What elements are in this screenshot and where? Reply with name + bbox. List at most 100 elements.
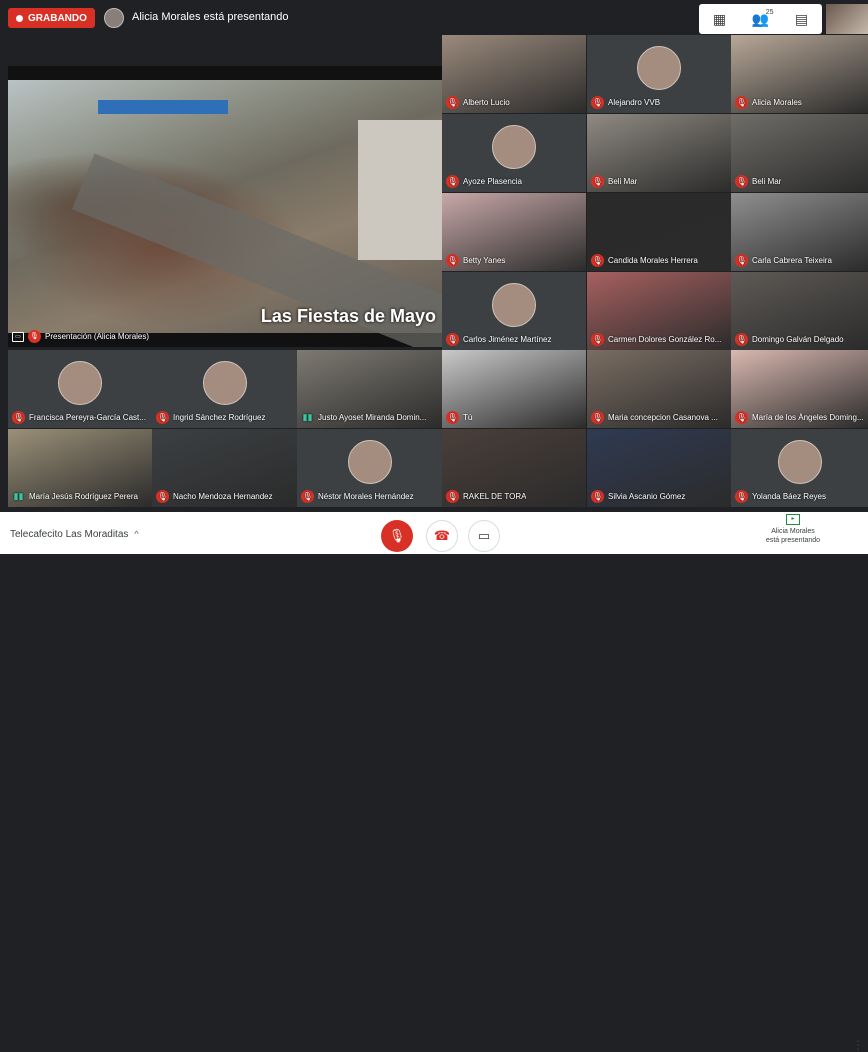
- mic-toggle-button[interactable]: 🎙: [381, 520, 413, 552]
- participant-name: Nacho Mendoza Hernandez: [173, 492, 273, 501]
- participant-tile[interactable]: ▮▮ Justo Ayoset Miranda Domin...: [297, 350, 442, 428]
- participant-name-row: 🎙 María de los Ángeles Doming...: [735, 411, 864, 424]
- presentation-title: Las Fiestas de Mayo: [260, 306, 436, 326]
- participant-tile[interactable]: 🎙 Francisca Pereyra-García Cast...: [8, 350, 152, 428]
- hang-up-button[interactable]: ☎: [426, 520, 458, 552]
- participant-name-row: 🎙 Silvia Ascanio Gómez: [591, 490, 685, 503]
- participant-tile[interactable]: 🎙 Carlos Jiménez Martínez: [442, 272, 586, 350]
- participant-tile[interactable]: 🎙 Maria concepcion Casanova ...: [587, 350, 731, 428]
- people-icon[interactable]: 👥 25: [746, 7, 776, 31]
- participant-name-row: 🎙 Néstor Morales Hernández: [301, 490, 414, 503]
- participant-name: Domingo Galván Delgado: [752, 335, 844, 344]
- participant-name: Justo Ayoset Miranda Domin...: [318, 413, 427, 422]
- participant-name: Beli Mar: [752, 177, 782, 186]
- camera-toggle-button[interactable]: ▭: [468, 520, 500, 552]
- mic-off-icon: 🎙: [28, 330, 41, 343]
- participant-tile[interactable]: 🎙 Ayoze Plasencia: [442, 114, 586, 192]
- participant-name-row: 🎙 Tú: [446, 411, 472, 424]
- avatar: [202, 360, 247, 405]
- avatar: [637, 45, 681, 90]
- audio-level-icon: ▮▮: [302, 412, 313, 422]
- mic-off-icon: 🎙: [12, 411, 25, 424]
- mic-off-icon: 🎙: [446, 254, 459, 267]
- participant-tile[interactable]: ▮▮ María Jesús Rodríguez Perera: [8, 429, 152, 507]
- avatar: [492, 124, 536, 169]
- meeting-stage: GRABANDO Alicia Morales está presentando…: [0, 0, 868, 512]
- participant-name: Carla Cabrera Teixeira: [752, 256, 832, 265]
- participant-tile[interactable]: 🎙 Alejandro VVB: [587, 35, 731, 113]
- self-view-thumbnail[interactable]: [826, 4, 868, 34]
- participant-tile[interactable]: 🎙 Candida Morales Herrera: [587, 193, 731, 271]
- participant-tile[interactable]: 🎙 Yolanda Báez Reyes: [731, 429, 868, 507]
- participant-name-row: ▮▮ María Jesús Rodríguez Perera: [12, 490, 138, 503]
- grid-icon[interactable]: ▦: [705, 7, 735, 31]
- mic-off-icon: 🎙: [735, 175, 748, 188]
- participant-name: Silvia Ascanio Gómez: [608, 492, 686, 501]
- participant-name: Maria concepcion Casanova ...: [608, 413, 718, 422]
- participant-name: Alejandro VVB: [608, 98, 661, 107]
- participant-tile[interactable]: 🎙 Alberto Lucio: [442, 35, 586, 113]
- presentation-caption-text: Presentación (Alicia Morales): [45, 332, 150, 341]
- participant-tile[interactable]: 🎙 María de los Ángeles Doming...: [731, 350, 868, 428]
- participant-tile[interactable]: 🎙 Nacho Mendoza Hernandez: [152, 429, 297, 507]
- participant-name: Tú: [463, 413, 473, 422]
- chat-icon[interactable]: ▤: [787, 7, 817, 31]
- participant-name: María Jesús Rodríguez Perera: [29, 492, 138, 501]
- avatar: [347, 439, 392, 484]
- participant-tile[interactable]: 🎙 Alicia Morales: [731, 35, 868, 113]
- meeting-details-toggle[interactable]: Telecafecito Las Moraditas ^: [10, 529, 139, 540]
- mic-off-icon: 🎙: [735, 96, 748, 109]
- participant-tile[interactable]: 🎙 Beli Mar: [587, 114, 731, 192]
- presentation-image: [8, 80, 442, 347]
- mic-off-icon: 🎙: [446, 96, 459, 109]
- presentation-tile[interactable]: Las Fiestas de Mayo ▭ 🎙 Presentación (Al…: [8, 66, 442, 347]
- recording-badge: GRABANDO: [8, 8, 95, 28]
- participant-tile[interactable]: 🎙 Ingrid Sánchez Rodríguez: [152, 350, 297, 428]
- participant-tile[interactable]: 🎙 Beli Mar: [731, 114, 868, 192]
- recording-label: GRABANDO: [28, 12, 87, 24]
- participant-tile[interactable]: 🎙 Néstor Morales Hernández: [297, 429, 442, 507]
- mic-off-icon: 🎙: [446, 411, 459, 424]
- participant-name-row: 🎙 Domingo Galván Delgado: [735, 333, 844, 346]
- participant-tile[interactable]: 🎙 Tú: [442, 350, 586, 428]
- participant-name-row: ▮▮ Justo Ayoset Miranda Domin...: [301, 411, 427, 424]
- participant-name: RAKEL DE TORA: [463, 492, 527, 501]
- mic-off-icon: 🎙: [735, 490, 748, 503]
- participant-name-row: 🎙 Alberto Lucio: [446, 96, 510, 109]
- participant-name: Beli Mar: [608, 177, 638, 186]
- participant-name-row: 🎙 Betty Yanes: [446, 254, 505, 267]
- mic-off-icon: 🎙: [446, 333, 459, 346]
- participant-name-row: 🎙 Ayoze Plasencia: [446, 175, 522, 188]
- participant-tile[interactable]: 🎙 Betty Yanes: [442, 193, 586, 271]
- participant-tile[interactable]: 🎙 Carmen Dolores González Ro...: [587, 272, 731, 350]
- mic-off-icon: 🎙: [446, 175, 459, 188]
- participant-name: María de los Ángeles Doming...: [752, 413, 864, 422]
- participant-name-row: 🎙 Carmen Dolores González Ro...: [591, 333, 721, 346]
- participant-name-row: 🎙 Nacho Mendoza Hernandez: [156, 490, 273, 503]
- participant-name: Néstor Morales Hernández: [318, 492, 414, 501]
- participant-tile[interactable]: 🎙 Carla Cabrera Teixeira: [731, 193, 868, 271]
- participant-name-row: 🎙 Yolanda Báez Reyes: [735, 490, 826, 503]
- presenter-status: Alicia Morales está presentando: [132, 11, 289, 23]
- participant-name-row: 🎙 Carlos Jiménez Martínez: [446, 333, 551, 346]
- participant-name: Ingrid Sánchez Rodríguez: [173, 413, 266, 422]
- recording-dot-icon: [16, 14, 23, 22]
- participant-tile[interactable]: 🎙 Domingo Galván Delgado: [731, 272, 868, 350]
- participant-name: Carlos Jiménez Martínez: [463, 335, 552, 344]
- participant-name: Candida Morales Herrera: [608, 256, 698, 265]
- participant-name-row: 🎙 Francisca Pereyra-García Cast...: [12, 411, 146, 424]
- mic-off-icon: 🎙: [735, 333, 748, 346]
- participant-name-row: 🎙 RAKEL DE TORA: [446, 490, 526, 503]
- avatar: [492, 282, 536, 327]
- audio-level-icon: ▮▮: [13, 491, 24, 501]
- participant-tile[interactable]: 🎙 Silvia Ascanio Gómez: [587, 429, 731, 507]
- presenting-indicator[interactable]: ▸ Alicia Morales está presentando: [760, 514, 826, 545]
- mic-off-icon: 🎙: [591, 333, 604, 346]
- participant-name-row: 🎙 Candida Morales Herrera: [591, 254, 698, 267]
- participant-tile[interactable]: 🎙 RAKEL DE TORA: [442, 429, 586, 507]
- more-options-icon[interactable]: ⋮: [852, 1038, 864, 1052]
- participant-name: Alicia Morales: [752, 98, 802, 107]
- mic-off-icon: 🎙: [591, 490, 604, 503]
- present-screen-icon: ▭: [12, 331, 24, 342]
- mic-off-icon: 🎙: [446, 490, 459, 503]
